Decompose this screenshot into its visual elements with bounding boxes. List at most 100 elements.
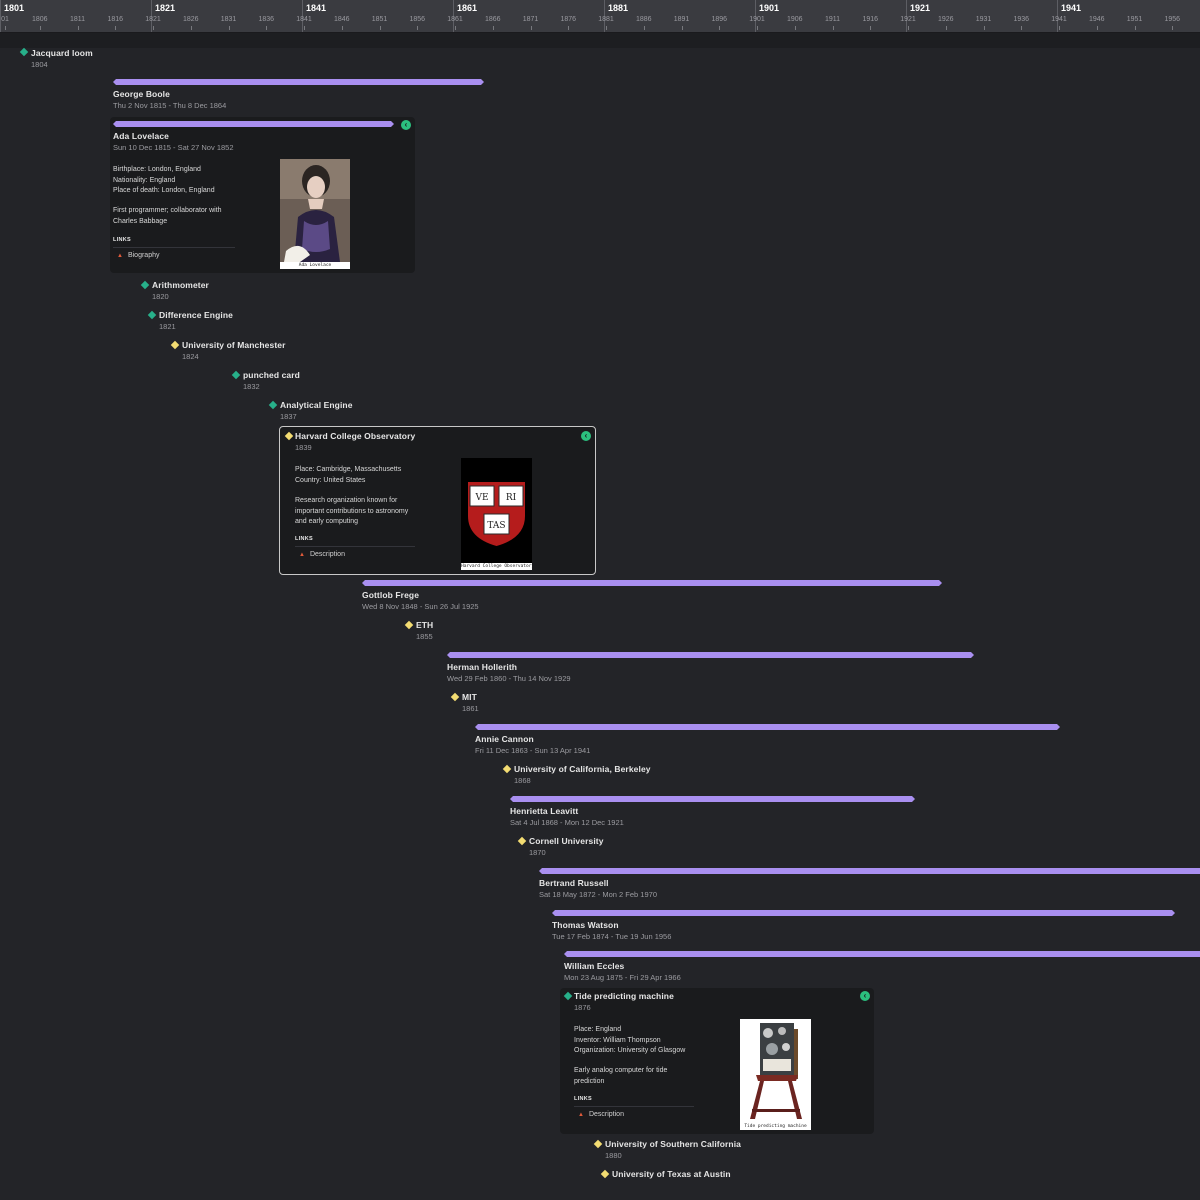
property-organization: Organization: University of Glasgow	[574, 1047, 686, 1054]
lifespan-bar[interactable]	[552, 910, 1175, 916]
links-heading: LINKS	[574, 1096, 592, 1102]
property-place: Place: Cambridge, Massachusetts	[295, 466, 402, 473]
event-date: Wed 29 Feb 1860 - Thu 14 Nov 1929	[447, 674, 571, 683]
lifespan-bar[interactable]	[475, 724, 1060, 730]
bullet-icon: ▲	[578, 1112, 584, 1118]
lifespan-bar[interactable]	[447, 652, 974, 658]
event-title[interactable]: Henrietta Leavitt	[510, 806, 578, 816]
event-card-ada-lovelace[interactable]: ‹ Ada Lovelace Sun 10 Dec 1815 - Sat 27 …	[110, 117, 415, 273]
property-nationality: Nationality: England	[113, 176, 176, 184]
event-description: First programmer; collaborator with Char…	[113, 207, 222, 225]
event-title[interactable]: ETH	[416, 620, 433, 630]
event-properties: Birthplace: London, England Nationality:…	[113, 165, 215, 197]
event-date: 1832	[243, 382, 260, 391]
bullet-icon: ▲	[299, 552, 305, 558]
lifespan-bar[interactable]	[113, 121, 394, 127]
property-country: Country: United States	[295, 476, 366, 484]
links-divider	[574, 1106, 694, 1107]
item-marker-icon	[231, 370, 241, 380]
collapse-icon[interactable]: ‹	[401, 120, 411, 130]
lifespan-bar[interactable]	[113, 79, 484, 85]
event-title[interactable]: University of Texas at Austin	[612, 1169, 731, 1179]
shield-text-ri: RI	[506, 493, 517, 503]
machine-thumbnail[interactable]: Tide predicting machine	[740, 1019, 811, 1130]
event-title[interactable]: Ada Lovelace	[113, 131, 169, 141]
event-properties: Place: England Inventor: William Thompso…	[574, 1025, 685, 1057]
event-card-harvard-observatory[interactable]: ‹ Harvard College Observatory 1839 Place…	[279, 426, 596, 575]
lifespan-bar[interactable]	[362, 580, 942, 586]
organization-marker-icon	[170, 340, 180, 350]
event-title[interactable]: University of Manchester	[182, 340, 286, 350]
links-divider	[295, 546, 415, 547]
links-heading: LINKS	[113, 237, 131, 243]
event-date: Tue 17 Feb 1874 - Tue 19 Jun 1956	[552, 932, 672, 941]
image-caption: Tide predicting machine	[740, 1123, 811, 1130]
event-title[interactable]: George Boole	[113, 89, 170, 99]
item-marker-icon	[147, 310, 157, 320]
image-caption: Harvard College Observatory	[461, 563, 532, 570]
event-date: 1880	[605, 1151, 622, 1160]
description-link[interactable]: ▲ Description	[299, 551, 345, 558]
tide-machine-icon	[740, 1019, 811, 1123]
biography-link[interactable]: ▲ Biography	[117, 252, 159, 259]
event-title[interactable]: Harvard College Observatory	[295, 431, 415, 441]
event-title[interactable]: Analytical Engine	[280, 400, 353, 410]
shield-text-tas: TAS	[487, 521, 505, 531]
event-title[interactable]: punched card	[243, 370, 300, 380]
event-title[interactable]: Tide predicting machine	[574, 991, 674, 1001]
event-title[interactable]: Cornell University	[529, 836, 604, 846]
link-label: Description	[309, 551, 345, 558]
event-date: 1861	[462, 704, 479, 713]
event-date: Sat 4 Jul 1868 - Mon 12 Dec 1921	[510, 818, 624, 827]
event-date: 1868	[514, 776, 531, 785]
event-date: Fri 11 Dec 1863 - Sun 13 Apr 1941	[475, 746, 591, 755]
links-heading: LINKS	[295, 536, 313, 542]
organization-marker-icon	[404, 620, 414, 630]
harvard-shield-icon: VE RI TAS	[461, 458, 532, 563]
organization-marker-icon	[502, 764, 512, 774]
bullet-icon: ▲	[117, 253, 123, 259]
event-date: 1824	[182, 352, 199, 361]
collapse-icon[interactable]: ‹	[860, 991, 870, 1001]
event-title[interactable]: Bertrand Russell	[539, 878, 609, 888]
event-date: 1870	[529, 848, 546, 857]
event-title[interactable]: Annie Cannon	[475, 734, 534, 744]
organization-marker-icon	[450, 692, 460, 702]
event-title[interactable]: Gottlob Frege	[362, 590, 419, 600]
item-marker-icon	[19, 47, 29, 57]
event-card-tide-predicting-machine[interactable]: ‹ Tide predicting machine 1876 Place: En…	[560, 988, 874, 1134]
organization-marker-icon	[600, 1169, 610, 1179]
item-marker-icon	[268, 400, 278, 410]
event-date: Wed 8 Nov 1848 - Sun 26 Jul 1925	[362, 602, 479, 611]
property-place: Place: England	[574, 1026, 622, 1033]
event-title[interactable]: Difference Engine	[159, 310, 233, 320]
property-inventor: Inventor: William Thompson	[574, 1036, 661, 1044]
timeline-track[interactable]: Jacquard loom 1804 George Boole Thu 2 No…	[0, 0, 1200, 1200]
event-title[interactable]: University of Southern California	[605, 1139, 741, 1149]
logo-thumbnail[interactable]: VE RI TAS Harvard College Observatory	[461, 458, 532, 570]
event-date: 1876	[574, 1003, 591, 1012]
item-marker-icon	[140, 280, 150, 290]
item-marker-icon	[563, 991, 573, 1001]
property-birthplace: Birthplace: London, England	[113, 166, 201, 173]
portrait-thumbnail[interactable]: Ada Lovelace	[280, 159, 350, 269]
event-title[interactable]: Herman Hollerith	[447, 662, 517, 672]
description-link[interactable]: ▲ Description	[578, 1111, 624, 1118]
event-title[interactable]: Arithmometer	[152, 280, 209, 290]
collapse-icon[interactable]: ‹	[581, 431, 591, 441]
lifespan-bar[interactable]	[564, 951, 1200, 957]
event-date: Thu 2 Nov 1815 - Thu 8 Dec 1864	[113, 101, 227, 110]
shield-text-ve: VE	[474, 493, 488, 503]
event-date: 1855	[416, 632, 433, 641]
event-title[interactable]: William Eccles	[564, 961, 624, 971]
event-date: 1820	[152, 292, 169, 301]
event-title[interactable]: Thomas Watson	[552, 920, 619, 930]
organization-marker-icon	[593, 1139, 603, 1149]
lifespan-bar[interactable]	[510, 796, 915, 802]
event-title[interactable]: University of California, Berkeley	[514, 764, 651, 774]
event-title[interactable]: Jacquard loom	[31, 48, 93, 58]
lifespan-bar[interactable]	[539, 868, 1200, 874]
event-title[interactable]: MIT	[462, 692, 477, 702]
link-label: Biography	[127, 252, 160, 259]
event-date: Sun 10 Dec 1815 - Sat 27 Nov 1852	[113, 143, 234, 152]
